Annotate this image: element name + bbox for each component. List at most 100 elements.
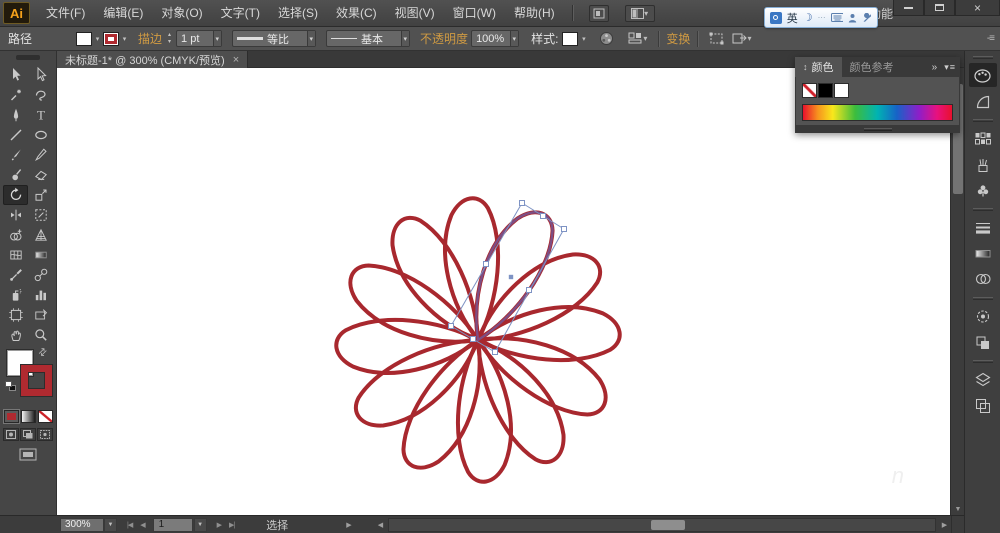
- dock-grip[interactable]: [972, 360, 993, 363]
- tab-color[interactable]: ↕ 颜色: [795, 57, 842, 77]
- menu-object[interactable]: 对象(O): [152, 0, 211, 26]
- appearance-panel-icon[interactable]: [969, 304, 997, 328]
- artboard-number-field[interactable]: 1: [152, 517, 193, 532]
- align-options-icon[interactable]: ▾: [628, 32, 647, 45]
- artboards-panel-icon[interactable]: [969, 393, 997, 417]
- stroke-caret-icon[interactable]: ▾: [119, 32, 130, 46]
- blob-brush-tool[interactable]: [3, 165, 28, 185]
- stroke-swatch-indicator[interactable]: [21, 365, 52, 396]
- eyedropper-tool[interactable]: [3, 265, 28, 285]
- mesh-tool[interactable]: [3, 245, 28, 265]
- first-artboard-icon[interactable]: |◀: [127, 521, 133, 529]
- style-swatch[interactable]: [562, 31, 579, 46]
- transparency-panel-icon[interactable]: [969, 267, 997, 291]
- tab-color-guide[interactable]: 颜色参考: [842, 57, 902, 77]
- gradient-panel-icon[interactable]: [969, 241, 997, 265]
- blend-tool[interactable]: [28, 265, 53, 285]
- minimize-button[interactable]: [893, 0, 924, 16]
- color-panel-icon[interactable]: [968, 63, 997, 87]
- eraser-tool[interactable]: [28, 165, 53, 185]
- free-transform-tool[interactable]: [28, 205, 53, 225]
- brush-definition-select[interactable]: 基本 ▾: [326, 30, 411, 47]
- draw-normal-icon[interactable]: [3, 428, 19, 441]
- isolate-object-icon[interactable]: ▾: [732, 32, 751, 45]
- layers-panel-icon[interactable]: [969, 367, 997, 391]
- stroke-weight-stepper[interactable]: ▴ ▾: [166, 32, 173, 46]
- menu-help[interactable]: 帮助(H): [505, 0, 564, 26]
- style-caret-icon[interactable]: ▾: [578, 32, 589, 46]
- panel-resize-grip[interactable]: [795, 126, 960, 133]
- recolor-artwork-icon[interactable]: [599, 31, 614, 46]
- flower-artwork[interactable]: [57, 68, 950, 515]
- lasso-tool[interactable]: [28, 85, 53, 105]
- scroll-right-icon[interactable]: ▶: [938, 518, 951, 532]
- control-bar-menu-icon[interactable]: -≡: [987, 33, 995, 44]
- dock-grip[interactable]: [972, 208, 993, 211]
- artboard-caret-icon[interactable]: ▼: [193, 517, 207, 532]
- tab-close-icon[interactable]: ×: [233, 54, 239, 66]
- color-guide-panel-icon[interactable]: [969, 89, 997, 113]
- type-tool[interactable]: T: [28, 105, 53, 125]
- horizontal-scroll-thumb[interactable]: [651, 520, 685, 530]
- color-mode-button[interactable]: [2, 409, 20, 424]
- draw-behind-icon[interactable]: [20, 428, 36, 441]
- maximize-button[interactable]: [924, 0, 955, 16]
- opacity-select[interactable]: 100% ▾: [471, 30, 520, 47]
- scale-tool[interactable]: [28, 185, 53, 205]
- bounding-box-icon[interactable]: [709, 32, 724, 45]
- zoom-level-field[interactable]: 300%: [60, 517, 104, 532]
- pencil-tool[interactable]: [28, 145, 53, 165]
- rotate-tool[interactable]: [3, 185, 28, 205]
- white-swatch[interactable]: [834, 83, 849, 98]
- brushes-panel-icon[interactable]: [969, 152, 997, 176]
- scroll-down-icon[interactable]: ▼: [951, 506, 965, 513]
- gradient-mode-button[interactable]: [20, 410, 36, 423]
- hand-tool[interactable]: [3, 325, 28, 345]
- menu-window[interactable]: 窗口(W): [444, 0, 505, 26]
- dock-grip[interactable]: [972, 56, 993, 59]
- stroke-weight-select[interactable]: 1 pt ▾: [176, 30, 223, 47]
- panel-cycle-icon[interactable]: ↕: [803, 62, 808, 72]
- menu-file[interactable]: 文件(F): [37, 0, 94, 26]
- stroke-panel-icon[interactable]: [969, 215, 997, 239]
- menu-select[interactable]: 选择(S): [269, 0, 327, 26]
- go-to-bridge-icon[interactable]: [588, 4, 609, 22]
- default-fill-stroke-icon[interactable]: [5, 381, 16, 391]
- panel-grip[interactable]: [16, 55, 40, 60]
- panel-expand-icon[interactable]: »: [932, 62, 938, 73]
- vertical-scrollbar[interactable]: ▲ ▼: [950, 68, 965, 515]
- artboard-canvas[interactable]: n: [57, 68, 950, 515]
- ime-user-icon[interactable]: [848, 13, 857, 23]
- menu-view[interactable]: 视图(V): [386, 0, 444, 26]
- direct-selection-tool[interactable]: [28, 65, 53, 85]
- transform-panel-link[interactable]: 变换: [666, 30, 690, 47]
- ime-logo-icon[interactable]: [770, 11, 782, 24]
- dock-grip[interactable]: [972, 297, 993, 300]
- dock-grip[interactable]: [972, 119, 993, 122]
- status-expand-icon[interactable]: ▶: [346, 521, 351, 529]
- pen-tool[interactable]: [3, 105, 28, 125]
- gradient-tool[interactable]: [28, 245, 53, 265]
- width-tool[interactable]: [3, 205, 28, 225]
- stroke-panel-link[interactable]: 描边: [138, 30, 162, 47]
- magic-wand-tool[interactable]: [3, 85, 28, 105]
- screen-mode-button[interactable]: [0, 448, 56, 461]
- last-artboard-icon[interactable]: ▶|: [229, 521, 235, 529]
- ime-fullhalf-icon[interactable]: ☽: [803, 11, 813, 24]
- previous-artboard-icon[interactable]: ◀: [140, 521, 145, 529]
- none-color-swatch[interactable]: [802, 83, 817, 98]
- color-spectrum-bar[interactable]: [802, 104, 953, 121]
- zoom-caret-icon[interactable]: ▼: [104, 517, 117, 532]
- line-segment-tool[interactable]: [3, 125, 28, 145]
- fill-color-swatch[interactable]: [76, 31, 93, 46]
- ellipse-tool[interactable]: [28, 125, 53, 145]
- symbols-panel-icon[interactable]: [969, 178, 997, 202]
- horizontal-scrollbar[interactable]: [388, 518, 936, 532]
- perspective-grid-tool[interactable]: [28, 225, 53, 245]
- swatches-panel-icon[interactable]: [969, 126, 997, 150]
- stroke-color-swatch[interactable]: [103, 31, 120, 46]
- ime-keyboard-icon[interactable]: [830, 13, 844, 22]
- draw-inside-icon[interactable]: [37, 428, 53, 441]
- document-tab[interactable]: 未标题-1* @ 300% (CMYK/预览) ×: [57, 51, 249, 68]
- width-profile-select[interactable]: 等比 ▾: [232, 30, 317, 47]
